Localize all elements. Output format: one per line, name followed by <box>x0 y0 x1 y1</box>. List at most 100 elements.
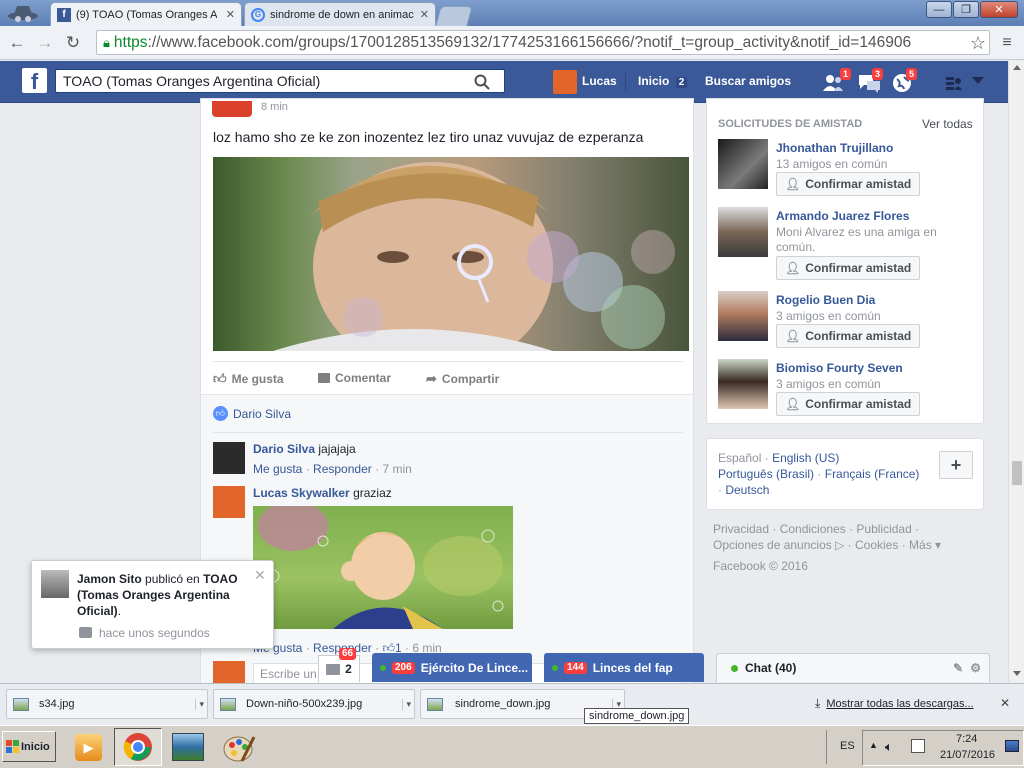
friend-avatar[interactable] <box>718 359 768 409</box>
confirm-friend-button[interactable]: 👤︎ Confirmar amistad <box>776 172 921 196</box>
tab-label: sindrome de down en animac <box>270 8 414 21</box>
language-german[interactable]: Deutsch <box>725 483 769 497</box>
comment-avatar[interactable] <box>213 442 245 474</box>
chat-group-title: Linces del fap <box>592 660 673 675</box>
find-friends-link[interactable]: Buscar amigos <box>705 74 791 88</box>
maximize-button[interactable]: ❐ <box>953 1 979 18</box>
privacy-shortcuts-icon[interactable] <box>945 75 963 91</box>
share-button[interactable]: ➦ Compartir <box>426 371 499 387</box>
language-row: · Deutsch <box>718 483 770 497</box>
language-spanish[interactable]: Español <box>718 451 761 465</box>
account-menu-chevron-icon[interactable] <box>972 77 984 84</box>
start-button[interactable]: Inicio <box>2 731 56 762</box>
comment-avatar[interactable] <box>213 486 245 518</box>
language-portuguese[interactable]: Português (Brasil) <box>718 467 814 481</box>
ad-choices-link[interactable]: Opciones de anuncios <box>713 538 832 552</box>
download-item[interactable]: Down-niño-500x239.jpg ▾ <box>213 689 415 719</box>
like-button[interactable]: 👍︎ Me gusta <box>213 371 284 387</box>
network-icon[interactable] <box>911 739 925 753</box>
avatar[interactable] <box>553 70 577 94</box>
volume-icon[interactable]: 🔈︎ <box>885 739 893 755</box>
clock-date[interactable]: 21/07/2016 <box>940 749 995 761</box>
likes-summary[interactable]: 👍︎ Dario Silva <box>213 406 291 421</box>
language-french[interactable]: Français (France) <box>825 467 920 481</box>
friend-avatar[interactable] <box>718 139 768 189</box>
address-bar[interactable]: 🔒︎ https ://www.facebook.com/groups/1700… <box>96 30 990 55</box>
new-message-icon[interactable]: ✎ <box>953 661 963 675</box>
reload-icon[interactable]: ↻ <box>62 32 84 54</box>
confirm-friend-button[interactable]: 👤︎ Confirmar amistad <box>776 324 921 348</box>
bookmark-star-icon[interactable]: ☆ <box>967 32 989 54</box>
show-desktop-icon[interactable] <box>1005 740 1019 752</box>
media-player-icon[interactable]: ▶ <box>75 734 102 761</box>
confirm-friend-button[interactable]: 👤︎ Confirmar amistad <box>776 392 921 416</box>
page-scrollbar[interactable] <box>1008 61 1024 682</box>
chat-tab-group[interactable]: 144 Linces del fap <box>544 653 704 682</box>
profile-link[interactable]: Lucas <box>582 74 617 88</box>
chat-sidebar-tab[interactable]: Chat (40) ✎ ⚙ <box>716 653 990 682</box>
new-tab-button[interactable] <box>435 6 473 26</box>
comment-author[interactable]: Lucas Skywalker <box>253 486 350 500</box>
add-language-button[interactable]: + <box>939 451 973 479</box>
close-tab-icon[interactable]: ✕ <box>420 8 429 21</box>
friend-name[interactable]: Jhonathan Trujillano <box>776 141 893 155</box>
back-arrow-icon[interactable]: ← <box>6 32 28 54</box>
friend-requests-icon[interactable]: 1 <box>822 68 852 93</box>
messages-icon[interactable]: 3 <box>858 68 884 93</box>
minimize-button[interactable]: — <box>926 1 952 18</box>
clock-time[interactable]: 7:24 <box>956 733 977 745</box>
show-all-downloads-link[interactable]: ⤓ Mostrar todas las descargas... <box>815 696 974 711</box>
chrome-icon[interactable] <box>114 728 162 766</box>
show-hidden-icons-icon[interactable]: ▲ <box>869 740 878 750</box>
language-english[interactable]: English (US) <box>772 451 839 465</box>
close-download-bar-icon[interactable]: ✕ <box>1000 696 1010 710</box>
comment-photo[interactable] <box>253 506 513 629</box>
paint-icon[interactable] <box>222 733 256 763</box>
footer-links[interactable]: Privacidad · Condiciones · Publicidad · <box>713 522 919 536</box>
confirm-friend-button[interactable]: 👤︎ Confirmar amistad <box>776 256 921 280</box>
friend-avatar[interactable] <box>718 291 768 341</box>
friend-name[interactable]: Armando Juarez Flores <box>776 209 909 223</box>
photo-viewer-icon[interactable] <box>172 733 204 761</box>
conversations-button[interactable]: 2 66 <box>318 648 360 682</box>
comment-time[interactable]: 7 min <box>382 462 411 476</box>
friend-name[interactable]: Biomiso Fourty Seven <box>776 361 903 375</box>
friend-name[interactable]: Rogelio Buen Dia <box>776 293 875 307</box>
tab-google[interactable]: G sindrome de down en animac ✕ <box>244 2 436 26</box>
menu-icon[interactable]: ≡ <box>996 32 1018 54</box>
footer-more-links[interactable]: · Cookies · Más ▾ <box>848 538 941 552</box>
download-filename: Down-niño-500x239.jpg <box>246 698 363 710</box>
comment-reply-link[interactable]: Responder <box>313 462 372 476</box>
notifications-globe-icon[interactable]: 5 <box>892 68 918 93</box>
notification-toast[interactable]: Jamon Sito publicó en TOAO (Tomas Orange… <box>31 560 274 649</box>
comment-button[interactable]: Comentar <box>318 371 391 385</box>
home-link[interactable]: Inicio 2 <box>638 74 688 88</box>
comment-like-link[interactable]: Me gusta <box>253 462 302 476</box>
home-label: Inicio <box>638 74 670 88</box>
forward-arrow-icon[interactable]: → <box>34 32 56 54</box>
post-time[interactable]: 8 min <box>261 101 288 113</box>
post-author-avatar[interactable] <box>212 101 252 117</box>
facebook-logo-icon[interactable]: f <box>22 68 47 93</box>
scroll-up-arrow-icon[interactable] <box>1013 65 1021 70</box>
comment: Lucas Skywalker graziaz <box>253 486 392 500</box>
download-item[interactable]: s34.jpg ▾ <box>6 689 208 719</box>
comment-author[interactable]: Dario Silva <box>253 442 315 456</box>
online-dot <box>731 664 738 672</box>
gear-icon[interactable]: ⚙ <box>970 661 981 675</box>
tab-facebook[interactable]: f (9) TOAO (Tomas Oranges A ✕ <box>50 2 242 26</box>
close-tab-icon[interactable]: ✕ <box>226 8 235 21</box>
see-all-link[interactable]: Ver todas <box>922 117 973 131</box>
chevron-down-icon[interactable]: ▾ <box>402 698 414 710</box>
scrollbar-thumb[interactable] <box>1012 461 1022 485</box>
close-window-button[interactable]: ✕ <box>980 1 1018 18</box>
chevron-down-icon[interactable]: ▾ <box>195 698 207 710</box>
input-language[interactable]: ES <box>840 740 855 752</box>
search-input[interactable]: TOAO (Tomas Oranges Argentina Oficial) <box>55 69 505 93</box>
post-photo[interactable] <box>213 157 689 351</box>
chat-tab-group[interactable]: 206 Ejército De Lince... <box>372 653 532 682</box>
scroll-down-arrow-icon[interactable] <box>1013 671 1021 676</box>
close-icon[interactable]: ✕ <box>254 567 266 584</box>
friend-avatar[interactable] <box>718 207 768 257</box>
search-icon[interactable] <box>474 74 490 90</box>
